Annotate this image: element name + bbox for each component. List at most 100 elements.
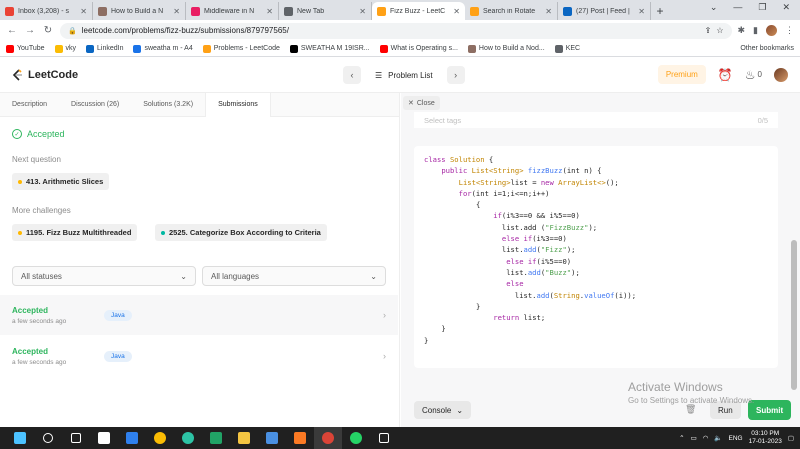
challenge-chip[interactable]: 1195. Fizz Buzz Multithreaded — [12, 224, 138, 241]
bookmark-item[interactable]: YouTube — [6, 44, 45, 53]
profile-avatar[interactable] — [766, 25, 777, 36]
bookmark-item[interactable]: vky — [54, 44, 76, 53]
language-filter-dropdown[interactable]: All languages ⌄ — [202, 266, 386, 286]
browser-tab[interactable]: How to Build a N ✕ — [93, 2, 186, 20]
premium-button[interactable]: Premium — [657, 65, 706, 84]
tags-select[interactable]: Select tags 0/5 — [414, 112, 778, 128]
tab-close-icon[interactable]: ✕ — [638, 7, 645, 16]
bookmark-item[interactable]: LinkedIn — [86, 44, 123, 53]
windows-start-icon[interactable] — [6, 427, 34, 449]
problem-list-label: Problem List — [388, 70, 433, 80]
browser-tab[interactable]: Fizz Buzz - LeetC ✕ — [372, 2, 465, 20]
excel-icon[interactable] — [202, 427, 230, 449]
tab-close-icon[interactable]: ✕ — [173, 7, 180, 16]
bookmark-item[interactable]: KEC — [554, 44, 580, 53]
battery-icon[interactable]: ▭ — [691, 434, 697, 442]
console-button[interactable]: Console ⌄ — [414, 401, 472, 419]
settings-icon[interactable] — [370, 427, 398, 449]
tab-favicon-icon — [5, 6, 14, 16]
code-token: fizzBuzz — [527, 166, 563, 176]
new-tab-button[interactable]: + — [651, 2, 669, 20]
camera-app-icon[interactable] — [90, 427, 118, 449]
task-view-icon[interactable] — [62, 427, 90, 449]
vscode-icon[interactable] — [118, 427, 146, 449]
wifi-icon[interactable]: ◠ — [703, 434, 709, 442]
whatsapp-icon[interactable] — [342, 427, 370, 449]
language-indicator[interactable]: ENG — [729, 435, 743, 442]
next-question-chip[interactable]: 413. Arithmetic Slices — [12, 173, 110, 190]
volume-icon[interactable]: 🔈 — [714, 434, 722, 442]
tab-solutions-k[interactable]: Solutions (3.2K) — [131, 93, 205, 117]
bookmark-item[interactable]: How to Build a Nod... — [467, 44, 545, 53]
restore-button[interactable]: ❐ — [758, 2, 766, 13]
fire-streak-icon[interactable]: ♨ — [745, 68, 756, 82]
other-bookmarks[interactable]: Other bookmarks — [737, 45, 794, 52]
prev-problem-button[interactable]: ‹ — [343, 66, 361, 84]
address-bar[interactable]: 🔒 leetcode.com/problems/fizz-buzz/submis… — [60, 22, 732, 39]
bookmark-favicon-icon — [289, 44, 298, 53]
file-explorer-icon[interactable] — [230, 427, 258, 449]
bookmark-item[interactable]: Problems - LeetCode — [202, 44, 280, 53]
browser-tab-strip: Inbox (3,208) - s ✕ How to Build a N ✕ Middl… — [0, 0, 800, 20]
search-icon[interactable] — [34, 427, 62, 449]
reload-icon[interactable]: ↻ — [42, 25, 54, 36]
tab-discussion[interactable]: Discussion (26) — [59, 93, 131, 117]
sidebar-icon[interactable]: ▮ — [753, 25, 758, 36]
user-avatar[interactable] — [774, 67, 788, 82]
close-label: Close — [416, 99, 435, 107]
browser-tab[interactable]: Inbox (3,208) - s ✕ — [0, 2, 93, 20]
problem-list-button[interactable]: ☰ Problem List — [367, 71, 441, 80]
edge-icon[interactable] — [174, 427, 202, 449]
chrome-icon[interactable] — [146, 427, 174, 449]
browser-tab[interactable]: Middleware in N ✕ — [186, 2, 279, 20]
status-filter-dropdown[interactable]: All statuses ⌄ — [12, 266, 196, 286]
bookmark-item[interactable]: What is Operating s... — [379, 44, 458, 53]
browser-tab[interactable]: New Tab ✕ — [279, 2, 372, 20]
back-arrow-icon[interactable]: ← — [6, 25, 18, 36]
share-icon[interactable]: ⇪ — [705, 26, 712, 35]
clock[interactable]: 03:10 PM 17-01-2023 — [749, 430, 782, 446]
submission-status-text: Accepted — [12, 346, 49, 356]
chevron-up-icon[interactable]: ⌃ — [679, 434, 684, 442]
code-token: (i%3==0) — [532, 234, 567, 244]
xampp-icon[interactable] — [286, 427, 314, 449]
browser-tab[interactable]: (27) Post | Feed | ✕ — [558, 2, 651, 20]
extensions-icon[interactable]: ✱ — [738, 25, 746, 36]
minimize-button[interactable]: — — [733, 2, 742, 13]
submit-button[interactable]: Submit — [748, 400, 792, 420]
scrollbar-thumb[interactable] — [791, 240, 797, 390]
minimize-icon[interactable]: ⌄ — [710, 2, 718, 13]
window-controls: ⌄ — ❐ ✕ — [710, 2, 800, 13]
bookmark-star-icon[interactable]: ☆ — [716, 26, 723, 35]
menu-kebab-icon[interactable]: ⋮ — [785, 25, 794, 36]
tab-close-icon[interactable]: ✕ — [266, 7, 273, 16]
notification-icon[interactable]: ▢ — [788, 434, 794, 442]
close-window-button[interactable]: ✕ — [782, 2, 790, 13]
tab-description[interactable]: Description — [0, 93, 59, 117]
control-panel-icon[interactable] — [258, 427, 286, 449]
submission-row[interactable]: Accepted a few seconds ago Java › — [0, 336, 398, 376]
challenge-chip[interactable]: 2525. Categorize Box According to Criter… — [155, 224, 327, 241]
chrome-active-icon[interactable] — [314, 427, 342, 449]
submission-row[interactable]: Accepted a few seconds ago Java › — [0, 295, 398, 335]
leetcode-logo[interactable]: LeetCode — [12, 69, 78, 81]
activate-windows-watermark: Activate Windows Go to Settings to activ… — [628, 380, 754, 405]
alarm-clock-icon[interactable]: ⏰ — [718, 68, 733, 82]
trash-icon[interactable]: 🗑 — [685, 404, 696, 415]
browser-tab[interactable]: Search in Rotate ✕ — [465, 2, 558, 20]
forward-arrow-icon[interactable]: → — [24, 25, 36, 36]
bookmark-item[interactable]: SWEATHA M 19ISR... — [289, 44, 370, 53]
tab-close-icon[interactable]: ✕ — [545, 7, 552, 16]
code-token: ); — [566, 245, 576, 255]
list-icon: ☰ — [375, 70, 383, 80]
close-button[interactable]: ✕ Close — [403, 96, 440, 110]
tab-close-icon[interactable]: ✕ — [359, 7, 366, 16]
next-problem-button[interactable]: › — [446, 66, 465, 84]
bookmark-item[interactable]: sweatha m - A4 — [133, 44, 193, 53]
tab-submissions[interactable]: Submissions — [205, 92, 271, 117]
tab-close-icon[interactable]: ✕ — [453, 7, 460, 16]
tab-close-icon[interactable]: ✕ — [80, 7, 87, 16]
url-text[interactable]: leetcode.com/problems/fizz-buzz/submissi… — [82, 26, 289, 35]
